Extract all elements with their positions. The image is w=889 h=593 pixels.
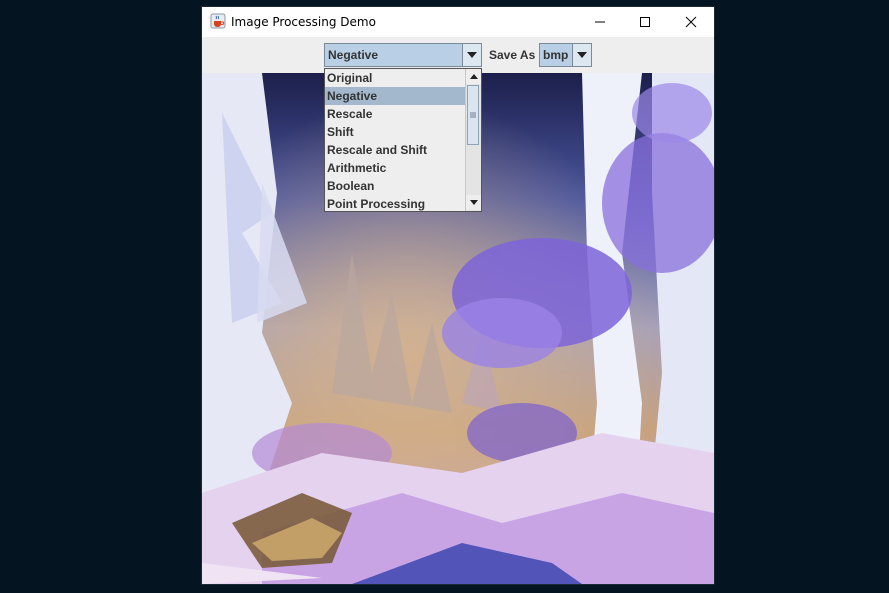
- window-title: Image Processing Demo: [231, 15, 376, 29]
- grip-icon: [470, 112, 476, 118]
- save-as-label: Save As: [489, 48, 536, 62]
- list-item[interactable]: Boolean: [325, 177, 466, 195]
- operation-combobox[interactable]: Negative: [324, 43, 482, 67]
- scroll-up-button[interactable]: [466, 69, 481, 84]
- list-item[interactable]: Arithmetic: [325, 159, 466, 177]
- maximize-icon: [640, 17, 650, 27]
- list-item[interactable]: Point Processing: [325, 195, 466, 213]
- title-bar[interactable]: Image Processing Demo: [202, 7, 714, 37]
- java-cup-icon: [210, 13, 226, 29]
- scroll-down-button[interactable]: [466, 195, 481, 210]
- close-icon: [685, 16, 697, 28]
- format-combobox[interactable]: bmp: [539, 43, 592, 67]
- list-item[interactable]: Original: [325, 69, 466, 87]
- list-item[interactable]: Rescale and Shift: [325, 141, 466, 159]
- operation-value: Negative: [328, 48, 379, 62]
- maximize-button[interactable]: [622, 7, 668, 37]
- list-item[interactable]: Shift: [325, 123, 466, 141]
- list-item[interactable]: Rescale: [325, 105, 466, 123]
- chevron-down-icon[interactable]: [572, 44, 591, 66]
- format-value: bmp: [543, 48, 569, 62]
- minimize-button[interactable]: [577, 7, 623, 37]
- scrollbar-thumb[interactable]: [467, 85, 479, 145]
- chevron-down-icon[interactable]: [462, 44, 481, 66]
- dropdown-scrollbar[interactable]: [465, 69, 481, 211]
- minimize-icon: [595, 21, 605, 23]
- arrow-down-icon: [469, 200, 478, 205]
- list-item[interactable]: Negative: [325, 87, 466, 105]
- close-button[interactable]: [668, 7, 714, 37]
- operation-dropdown-list: Original Negative Rescale Shift Rescale …: [324, 68, 482, 212]
- arrow-up-icon: [469, 74, 478, 79]
